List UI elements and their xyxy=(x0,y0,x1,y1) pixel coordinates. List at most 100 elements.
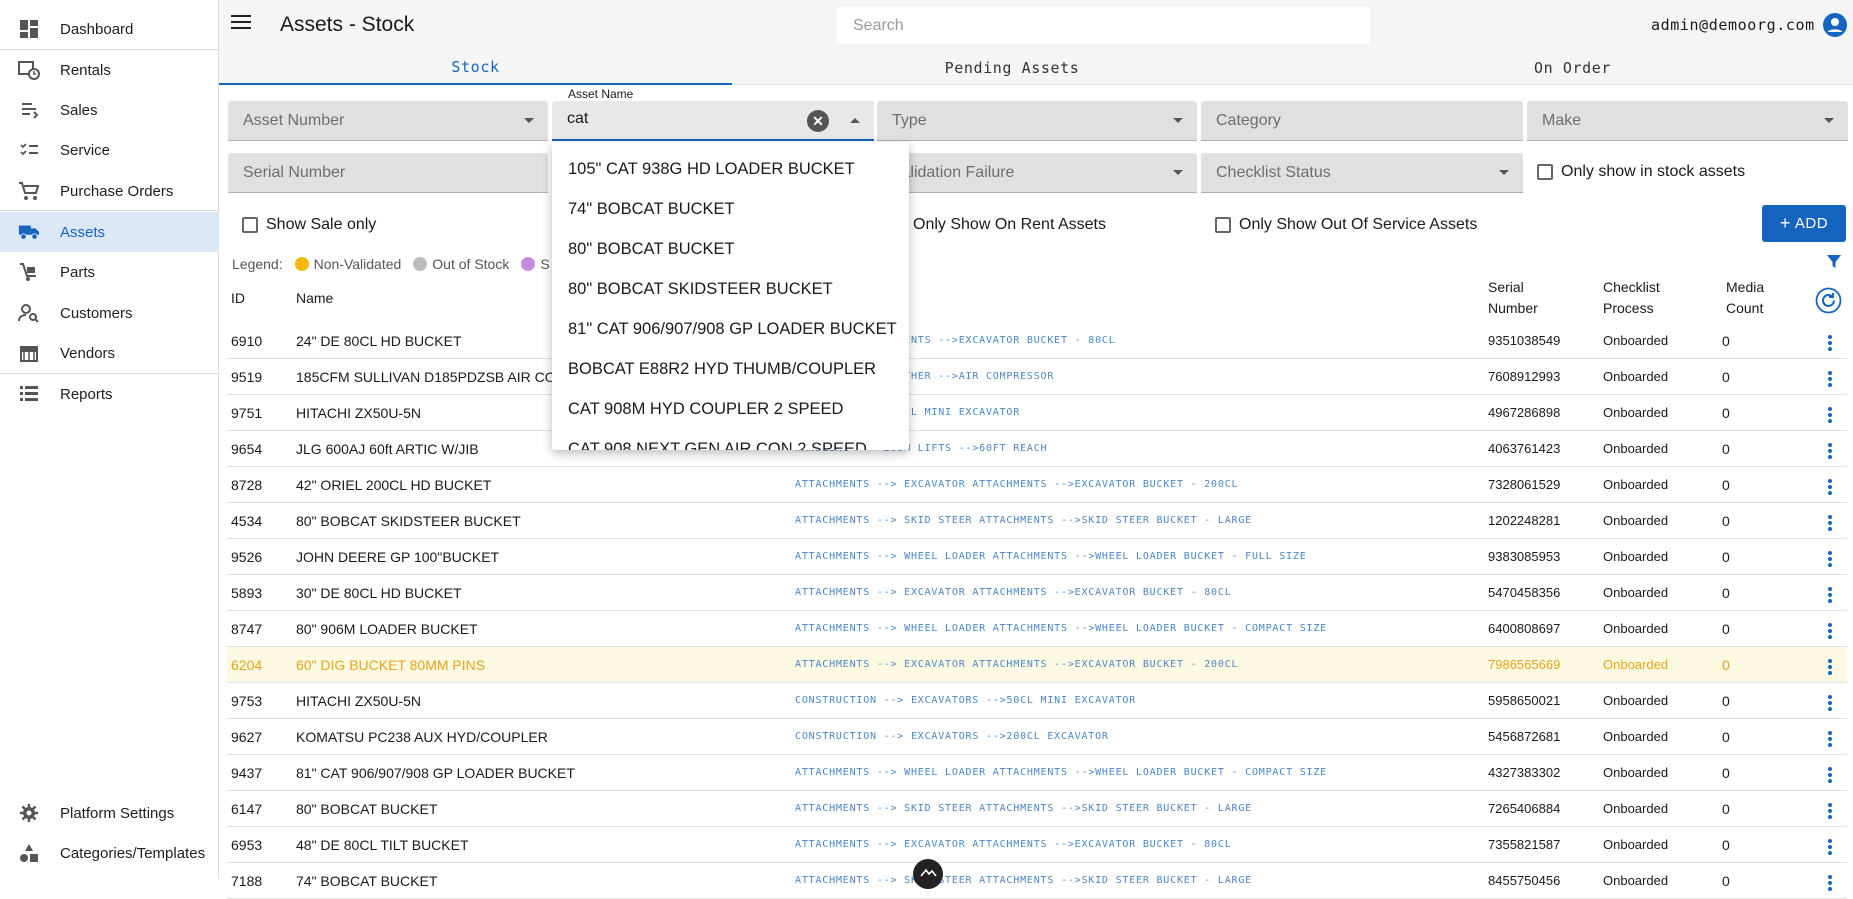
cell-category[interactable]: ATTACHMENTS --> EXCAVATOR ATTACHMENTS --… xyxy=(795,647,1238,683)
table-row[interactable]: 7188 74" BOBCAT BUCKET ATTACHMENTS --> SKI… xyxy=(227,863,1847,899)
table-row[interactable]: 8728 42" ORIEL 200CL HD BUCKET ATTACHMENTS… xyxy=(227,467,1847,503)
more-vert-icon[interactable] xyxy=(1820,395,1840,431)
tab-stock[interactable]: Stock xyxy=(219,50,732,85)
category-field[interactable]: Category xyxy=(1201,101,1523,141)
show-sale-only-checkbox[interactable]: Show Sale only xyxy=(242,216,376,234)
more-vert-icon[interactable] xyxy=(1820,863,1840,899)
tab-on-order[interactable]: On Order xyxy=(1292,50,1853,85)
column-header-name[interactable]: Name xyxy=(296,288,333,309)
table-row[interactable]: 9751HITACHI ZX50U-5NEXCAVATORS -->50CL M… xyxy=(227,395,1847,431)
column-header-id[interactable]: ID xyxy=(231,288,245,309)
table-row[interactable]: 9753 HITACHI ZX50U-5N CONSTRUCTION --> EXC… xyxy=(227,683,1847,719)
hamburger-menu-icon[interactable] xyxy=(231,14,253,36)
table-row[interactable]: 9526 JOHN DEERE GP 100"BUCKET ATTACHMENTS … xyxy=(227,539,1847,575)
caret-up-icon[interactable] xyxy=(850,118,860,123)
refresh-icon[interactable] xyxy=(1815,287,1842,314)
table-row[interactable]: 9627 KOMATSU PC238 AUX HYD/COUPLER CONSTRU… xyxy=(227,719,1847,755)
autocomplete-option[interactable]: 80" BOBCAT BUCKET xyxy=(552,229,909,269)
search-box[interactable] xyxy=(837,7,1370,44)
cell-category[interactable]: ATTACHMENTS --> WHEEL LOADER ATTACHMENTS… xyxy=(795,611,1327,647)
more-vert-icon[interactable] xyxy=(1820,575,1840,611)
more-vert-icon[interactable] xyxy=(1820,503,1840,539)
checkbox-icon[interactable] xyxy=(242,217,258,233)
autocomplete-option[interactable]: 74" BOBCAT BUCKET xyxy=(552,189,909,229)
cell-category[interactable]: ATTACHMENTS --> SKID STEER ATTACHMENTS -… xyxy=(795,863,1252,899)
sidebar-item-rentals[interactable]: Rentals xyxy=(0,50,219,90)
sidebar-item-service[interactable]: Service xyxy=(0,130,219,170)
floating-action-icon[interactable] xyxy=(913,859,943,889)
cell-category[interactable]: ATTACHMENTS --> EXCAVATOR ATTACHMENTS --… xyxy=(795,575,1232,611)
table-row[interactable]: 9654 JLG 600AJ 60ft ARTIC W/JIB HANDLING -… xyxy=(227,431,1847,467)
table-row[interactable]: 9519 185CFM SULLIVAN D185PDZSB AIR CO CONS… xyxy=(227,359,1847,395)
autocomplete-option[interactable]: CAT 908M HYD COUPLER 2 SPEED xyxy=(552,389,909,429)
autocomplete-option[interactable]: CAT 908 NEXT GEN AIR CON 2 SPEED xyxy=(552,429,909,450)
cell-category[interactable]: ATTACHMENTS --> EXCAVATOR ATTACHMENTS --… xyxy=(795,827,1232,863)
cell-category[interactable]: CONSTRUCTION --> EXCAVATORS -->200CL EXC… xyxy=(795,719,1109,755)
more-vert-icon[interactable] xyxy=(1820,719,1840,755)
column-header-serial-number[interactable]: Serial Number xyxy=(1488,277,1538,319)
search-input[interactable] xyxy=(837,7,1370,44)
cell-category[interactable]: ATTACHMENTS --> WHEEL LOADER ATTACHMENTS… xyxy=(795,539,1307,575)
sidebar-item-assets[interactable]: Assets xyxy=(0,212,219,252)
clear-icon[interactable]: ✕ xyxy=(807,110,829,132)
only-on-rent-checkbox[interactable]: Only Show On Rent Assets xyxy=(889,216,1106,234)
sidebar-item-reports[interactable]: Reports xyxy=(0,374,219,414)
add-button[interactable]: + ADD xyxy=(1762,205,1846,242)
autocomplete-option[interactable]: 80" BOBCAT SKIDSTEER BUCKET xyxy=(552,269,909,309)
column-header-media-count[interactable]: Media Count xyxy=(1726,277,1764,319)
autocomplete-option[interactable]: 81" CAT 906/907/908 GP LOADER BUCKET xyxy=(552,309,909,349)
more-vert-icon[interactable] xyxy=(1820,791,1840,827)
more-vert-icon[interactable] xyxy=(1820,647,1840,683)
sidebar-item-dashboard[interactable]: Dashboard xyxy=(0,9,219,49)
validation-failure-select[interactable]: Validation Failure xyxy=(877,153,1197,193)
cell-category[interactable]: ATTACHMENTS --> WHEEL LOADER ATTACHMENTS… xyxy=(795,755,1327,791)
kebab-dot xyxy=(1828,377,1832,381)
more-vert-icon[interactable] xyxy=(1820,611,1840,647)
kebab-dot xyxy=(1828,587,1832,591)
asset-name-input[interactable] xyxy=(567,110,767,128)
sidebar-item-parts[interactable]: Parts xyxy=(0,252,219,292)
more-vert-icon[interactable] xyxy=(1820,539,1840,575)
cell-category[interactable]: CONSTRUCTION --> EXCAVATORS -->50CL MINI… xyxy=(795,683,1136,719)
table-row[interactable]: 6147 80" BOBCAT BUCKET ATTACHMENTS --> SKI… xyxy=(227,791,1847,827)
cell-category[interactable]: ATTACHMENTS --> SKID STEER ATTACHMENTS -… xyxy=(795,791,1252,827)
sidebar-item-platform-settings[interactable]: Platform Settings xyxy=(0,793,219,833)
checkbox-icon[interactable] xyxy=(1215,217,1231,233)
table-row[interactable]: 6910 24" DE 80CL HD BUCKET XCAVATOR ATTACH… xyxy=(227,323,1847,359)
type-select[interactable]: Type xyxy=(877,101,1197,141)
asset-name-field[interactable]: ✕ xyxy=(552,101,874,141)
account-icon[interactable] xyxy=(1823,13,1847,37)
more-vert-icon[interactable] xyxy=(1820,827,1840,863)
asset-number-select[interactable]: Asset Number xyxy=(228,101,548,141)
sidebar-item-vendors[interactable]: Vendors xyxy=(0,333,219,373)
cell-category[interactable]: ATTACHMENTS --> EXCAVATOR ATTACHMENTS --… xyxy=(795,467,1238,503)
more-vert-icon[interactable] xyxy=(1820,431,1840,467)
sidebar-item-sales[interactable]: Sales xyxy=(0,90,219,130)
table-row[interactable]: 4534 80" BOBCAT SKIDSTEER BUCKET ATTACHMEN… xyxy=(227,503,1847,539)
sidebar-item-purchase-orders[interactable]: Purchase Orders xyxy=(0,171,219,211)
table-row[interactable]: 5893 30" DE 80CL HD BUCKET ATTACHMENTS -->… xyxy=(227,575,1847,611)
column-header-checklist-process[interactable]: Checklist Process xyxy=(1603,277,1660,319)
table-row[interactable]: 8747 80" 906M LOADER BUCKET ATTACHMENTS --… xyxy=(227,611,1847,647)
sidebar-item-categories-templates[interactable]: Categories/Templates xyxy=(0,833,219,873)
more-vert-icon[interactable] xyxy=(1820,359,1840,395)
only-in-stock-checkbox[interactable]: Only show in stock assets xyxy=(1537,163,1745,181)
more-vert-icon[interactable] xyxy=(1820,323,1840,359)
checkbox-icon[interactable] xyxy=(1537,164,1553,180)
serial-number-field[interactable]: Serial Number xyxy=(228,153,548,193)
table-row[interactable]: 9437 81" CAT 906/907/908 GP LOADER BUCKET… xyxy=(227,755,1847,791)
make-select[interactable]: Make xyxy=(1527,101,1848,141)
autocomplete-option[interactable]: BOBCAT E88R2 HYD THUMB/COUPLER xyxy=(552,349,909,389)
autocomplete-option[interactable]: 105" CAT 938G HD LOADER BUCKET xyxy=(552,149,909,189)
tab-pending-assets[interactable]: Pending Assets xyxy=(732,50,1292,85)
more-vert-icon[interactable] xyxy=(1820,467,1840,503)
checklist-status-select[interactable]: Checklist Status xyxy=(1201,153,1523,193)
cell-category[interactable]: ATTACHMENTS --> SKID STEER ATTACHMENTS -… xyxy=(795,503,1252,539)
more-vert-icon[interactable] xyxy=(1820,683,1840,719)
more-vert-icon[interactable] xyxy=(1820,755,1840,791)
only-out-of-service-checkbox[interactable]: Only Show Out Of Service Assets xyxy=(1215,216,1477,234)
table-row[interactable]: 6204 60" DIG BUCKET 80MM PINS ATTACHMENTS … xyxy=(227,647,1847,683)
filter-icon[interactable] xyxy=(1826,254,1842,270)
sidebar-item-customers[interactable]: Customers xyxy=(0,293,219,333)
table-row[interactable]: 6953 48" DE 80CL TILT BUCKET ATTACHMENTS -… xyxy=(227,827,1847,863)
